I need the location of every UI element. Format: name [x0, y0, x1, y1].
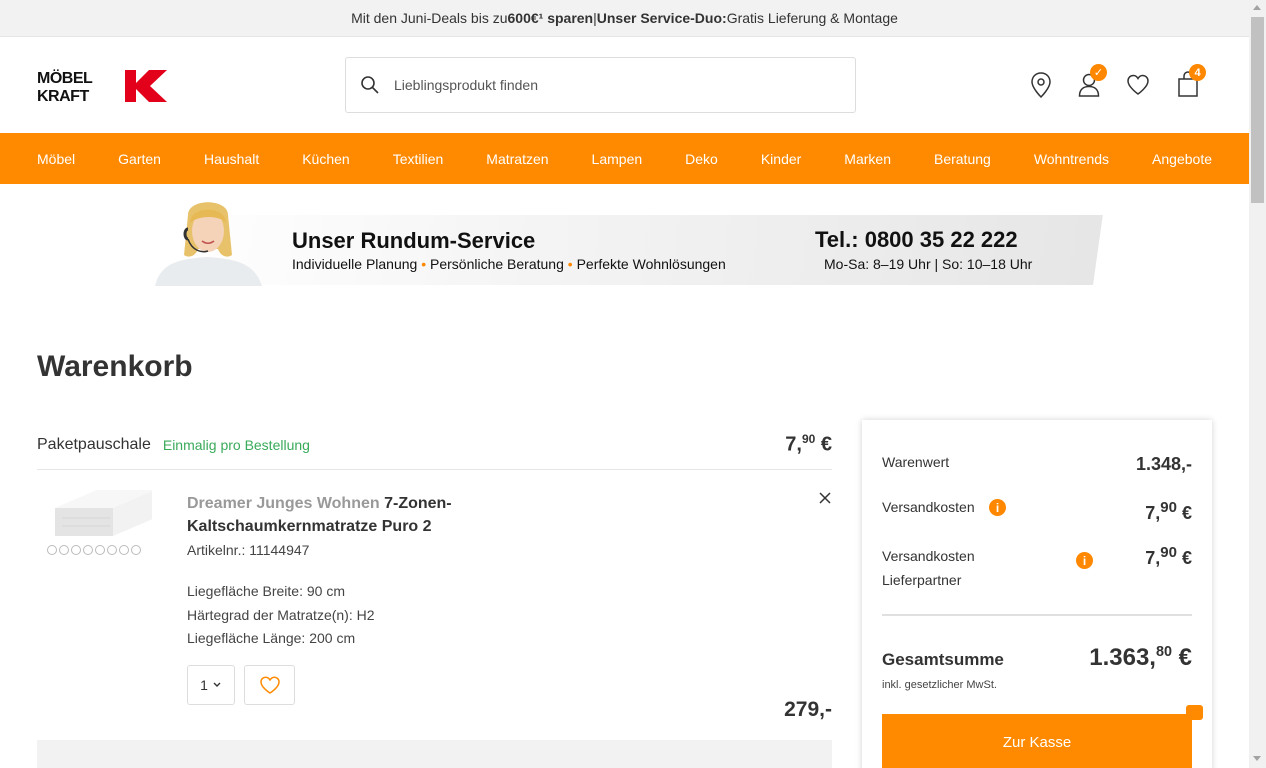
price-currency: € — [1176, 548, 1192, 568]
separator-dot: • — [421, 256, 427, 272]
article-number: Artikelnr.: 11144947 — [187, 542, 310, 558]
promo-service-duo: Unser Service-Duo: — [596, 10, 727, 26]
promo-amount: 600€¹ sparen — [507, 10, 594, 26]
vat-note: inkl. gesetzlicher MwSt. — [882, 679, 997, 691]
package-fee-label: Paketpauschale — [37, 435, 151, 453]
nav-item-haushalt[interactable]: Haushalt — [204, 151, 259, 167]
price-currency: € — [1176, 503, 1192, 523]
nav-item-matratzen[interactable]: Matratzen — [486, 151, 548, 167]
nav-item-kuechen[interactable]: Küchen — [302, 151, 349, 167]
info-icon[interactable]: i — [1076, 552, 1093, 569]
account-check-badge: ✓ — [1090, 64, 1107, 81]
chevron-down-icon — [213, 682, 221, 687]
service-feature-beratung: Persönliche Beratung — [430, 256, 564, 272]
package-fee-row: Paketpauschale Einmalig pro Bestellung 7… — [37, 420, 832, 470]
attr-length: Liegefläche Länge: 200 cm — [187, 630, 356, 646]
search-icon — [361, 76, 379, 94]
promo-text-2: Gratis Lieferung & Montage — [726, 10, 898, 26]
site-header: MÖBEL KRAFT ✓ 4 — [0, 37, 1249, 133]
scrollbar-thumb[interactable] — [1251, 17, 1264, 203]
nav-item-angebote[interactable]: Angebote — [1152, 151, 1212, 167]
price-main: 1.363, — [1089, 644, 1156, 671]
location-icon[interactable] — [1028, 70, 1054, 100]
separator-dot: • — [567, 256, 573, 272]
search-bar[interactable] — [345, 57, 856, 113]
quantity-value: 1 — [200, 677, 208, 693]
order-summary: Warenwert 1.348,- Versandkosten i 7,90 €… — [862, 420, 1212, 768]
delivery-info-panel — [37, 740, 832, 768]
total-label: Gesamtsumme — [882, 650, 1004, 669]
product-attributes: Liegefläche Breite: 90 cm Härtegrad der … — [187, 580, 375, 651]
package-fee-price: 7,90 € — [785, 432, 832, 457]
service-features: Individuelle Planung • Persönliche Berat… — [292, 256, 726, 272]
nav-item-garten[interactable]: Garten — [118, 151, 161, 167]
promo-bar: Mit den Juni-Deals bis zu 600€¹ sparen |… — [0, 0, 1249, 37]
summary-row-versandkosten: Versandkosten i 7,90 € — [882, 499, 1192, 523]
quantity-select[interactable]: 1 — [187, 665, 235, 705]
price-cents: 90 — [1160, 544, 1177, 561]
heart-icon — [259, 676, 280, 694]
nav-item-marken[interactable]: Marken — [844, 151, 891, 167]
search-input[interactable] — [394, 77, 834, 93]
scroll-up-arrow-icon[interactable] — [1253, 5, 1261, 10]
cart-button[interactable]: 4 — [1175, 64, 1206, 100]
moebel-kraft-logo[interactable]: MÖBEL KRAFT — [37, 68, 169, 104]
lieferpartner-label-2: Lieferpartner — [882, 572, 962, 588]
summary-divider — [882, 614, 1192, 616]
promo-text-1: Mit den Juni-Deals bis zu — [351, 10, 508, 26]
add-to-wishlist-button[interactable] — [244, 665, 295, 705]
service-hours: Mo-Sa: 8–19 Uhr | So: 10–18 Uhr — [824, 256, 1033, 272]
heart-icon[interactable] — [1125, 70, 1151, 100]
summary-row-warenwert: Warenwert 1.348,- — [882, 454, 1192, 474]
item-price: 279,- — [784, 698, 832, 721]
mattress-product-image[interactable] — [42, 488, 152, 560]
account-button[interactable]: ✓ — [1076, 64, 1107, 100]
chat-widget-icon[interactable] — [1186, 705, 1203, 720]
page-scrollbar[interactable] — [1249, 0, 1266, 768]
nav-item-moebel[interactable]: Möbel — [37, 151, 75, 167]
versandkosten-label: Versandkosten — [882, 499, 975, 515]
price-currency: € — [815, 433, 832, 456]
service-feature-loesungen: Perfekte Wohnlösungen — [576, 256, 726, 272]
service-banner[interactable]: Unser Rundum-Service Individuelle Planun… — [150, 193, 1100, 286]
logo-line-1: MÖBEL — [37, 68, 93, 87]
nav-item-kinder[interactable]: Kinder — [761, 151, 801, 167]
attr-width: Liegefläche Breite: 90 cm — [187, 583, 345, 599]
service-title: Unser Rundum-Service — [292, 228, 536, 253]
nav-item-textilien[interactable]: Textilien — [393, 151, 444, 167]
price-cents: 90 — [801, 432, 816, 447]
nav-item-lampen[interactable]: Lampen — [592, 151, 643, 167]
main-navigation: Möbel Garten Haushalt Küchen Textilien M… — [0, 133, 1249, 184]
price-cents: 80 — [1155, 644, 1172, 660]
price-main: 7, — [1145, 503, 1161, 523]
scroll-down-arrow-icon[interactable] — [1253, 756, 1261, 761]
warenwert-label: Warenwert — [882, 454, 950, 470]
info-icon[interactable]: i — [989, 499, 1006, 516]
price-currency: € — [1171, 644, 1192, 671]
service-phone[interactable]: Tel.: 0800 35 22 222 — [815, 227, 1018, 253]
price-main: 7, — [785, 433, 802, 456]
service-feature-planung: Individuelle Planung — [292, 256, 418, 272]
nav-item-beratung[interactable]: Beratung — [934, 151, 991, 167]
cart-count-badge: 4 — [1189, 64, 1206, 81]
service-agent-image — [155, 202, 262, 286]
package-fee-note: Einmalig pro Bestellung — [162, 436, 310, 453]
attr-firmness: Härtegrad der Matratze(n): H2 — [187, 606, 375, 623]
cart-item: Dreamer Junges Wohnen 7-Zonen-Kaltschaum… — [37, 470, 832, 730]
nav-item-deko[interactable]: Deko — [685, 151, 718, 167]
price-cents: 90 — [1160, 499, 1177, 516]
page-title: Warenkorb — [37, 350, 193, 383]
remove-item-icon[interactable] — [817, 490, 833, 506]
summary-row-lieferpartner: Versandkosten Lieferpartner i 7,90 € — [882, 544, 1192, 592]
versandkosten-value: 7,90 € — [1145, 499, 1192, 524]
warenwert-value: 1.348,- — [1135, 454, 1192, 474]
price-main: 7, — [1145, 548, 1161, 568]
lieferpartner-value: 7,90 € — [1145, 544, 1192, 569]
product-brand: Dreamer Junges Wohnen — [187, 495, 380, 512]
nav-item-wohntrends[interactable]: Wohntrends — [1034, 151, 1109, 167]
total-value: 1.363,80 € — [1089, 644, 1192, 672]
checkout-button[interactable]: Zur Kasse — [882, 714, 1192, 768]
logo-line-2: KRAFT — [37, 88, 89, 104]
product-name[interactable]: Dreamer Junges Wohnen 7-Zonen-Kaltschaum… — [187, 492, 527, 538]
